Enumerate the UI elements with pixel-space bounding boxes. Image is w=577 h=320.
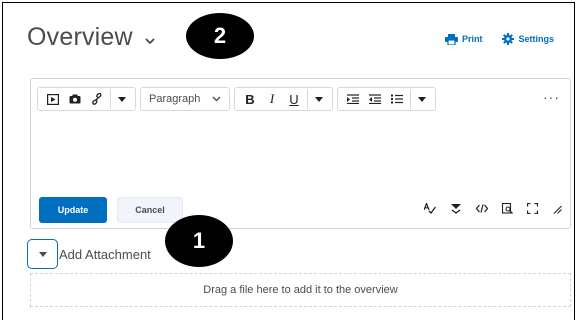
paragraph-chevron-down-icon [212,93,221,105]
insert-more-chevron-down-icon[interactable] [113,88,131,110]
dropzone-text: Drag a file here to add it to the overvi… [203,284,398,296]
format-group: B I U [234,87,333,111]
printer-icon [444,33,458,45]
gear-icon [502,33,515,45]
resize-handle-icon[interactable] [552,204,562,217]
list-more-chevron-down-icon[interactable] [413,88,431,110]
update-button[interactable]: Update [39,197,107,223]
print-label: Print [461,34,483,44]
bullet-list-icon[interactable] [386,88,408,110]
cancel-button[interactable]: Cancel [117,197,183,223]
source-code-icon[interactable] [475,204,489,216]
insert-video-icon[interactable] [42,88,64,110]
callout-badge-2: 2 [186,13,254,59]
add-attachment-row: Add Attachment [27,239,151,269]
preview-icon[interactable] [501,202,513,217]
caret-down-icon [38,251,47,257]
file-dropzone[interactable]: Drag a file here to add it to the overvi… [30,273,571,307]
toolbar-separator [110,89,111,109]
toolbar-separator [410,89,411,109]
add-attachment-label[interactable]: Add Attachment [59,247,151,262]
outdent-icon[interactable] [364,88,386,110]
insert-group [37,87,136,111]
page-title: Overview [27,23,133,51]
more-options-button[interactable]: ··· [543,89,560,105]
toolbar-separator [307,89,308,109]
bold-button[interactable]: B [239,88,261,110]
fullscreen-icon[interactable] [526,202,539,217]
insert-image-icon[interactable] [64,88,86,110]
settings-link[interactable]: Settings [502,33,554,45]
paragraph-select-label: Paragraph [149,93,201,105]
print-link[interactable]: Print [444,33,483,45]
add-attachment-toggle-button[interactable] [27,239,58,269]
settings-label: Settings [518,34,554,44]
format-more-chevron-down-icon[interactable] [310,88,328,110]
indent-icon[interactable] [342,88,364,110]
title-row: Overview [27,23,155,52]
top-links: Print Settings [444,33,554,45]
paragraph-select[interactable]: Paragraph [140,87,230,111]
editor-toolbar: Paragraph B I U [37,87,436,111]
underline-button[interactable]: U [283,88,305,110]
overview-panel: Overview Print Settings Paragraph B I U … [2,2,575,320]
editor-bottom-tools [423,201,562,217]
insert-link-icon[interactable] [86,88,108,110]
italic-button[interactable]: I [261,88,283,110]
html-editor[interactable]: Paragraph B I U ··· Update Cancel [30,78,571,229]
title-chevron-down-icon[interactable] [145,32,155,50]
callout-badge-1: 1 [165,215,233,267]
list-group [337,87,436,111]
spellcheck-icon[interactable] [423,201,437,217]
accessibility-check-icon[interactable] [450,203,462,217]
